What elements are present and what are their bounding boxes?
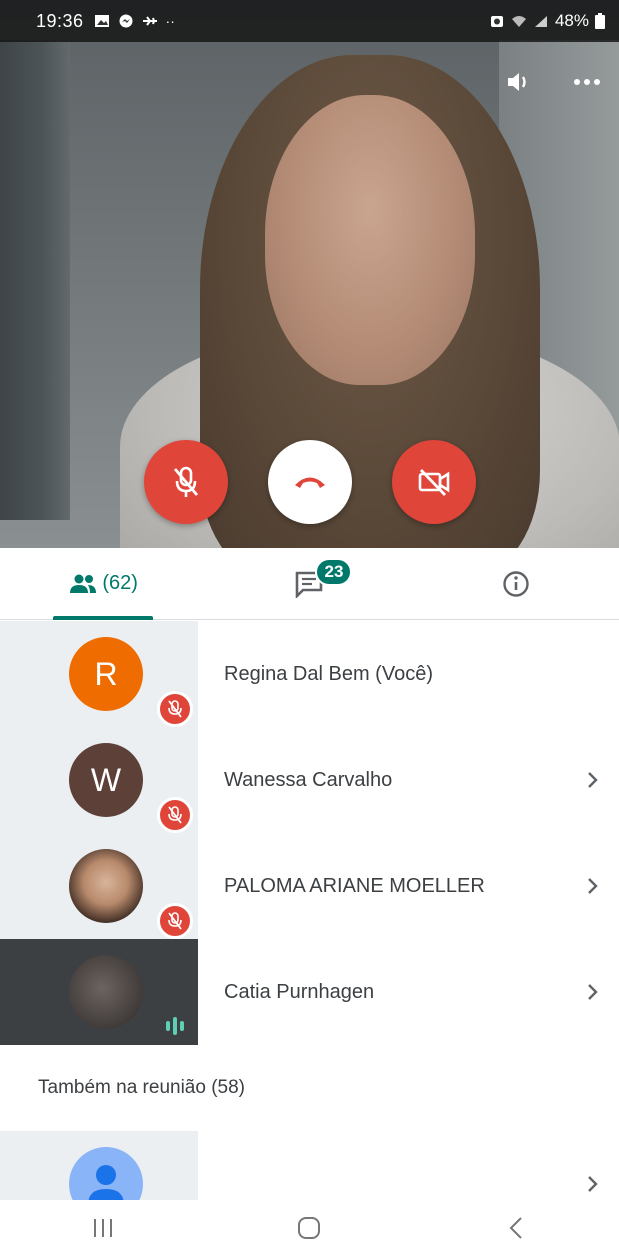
status-bar: 19:36 ·· 48% bbox=[0, 0, 619, 42]
avatar-initial: W bbox=[90, 761, 122, 798]
back-icon bbox=[509, 1216, 522, 1239]
status-right-icons: 48% bbox=[489, 11, 605, 31]
mic-off-icon bbox=[173, 466, 198, 497]
dots-icon: ·· bbox=[165, 13, 175, 29]
avatar-photo bbox=[69, 849, 143, 923]
muted-icon bbox=[157, 797, 193, 833]
avatar: R bbox=[69, 637, 143, 711]
recent-apps-icon bbox=[94, 1218, 113, 1237]
chevron-right-icon[interactable] bbox=[581, 877, 605, 895]
more-options-icon[interactable] bbox=[573, 68, 601, 96]
home-button[interactable] bbox=[279, 1208, 339, 1248]
wifi-icon bbox=[511, 16, 526, 27]
participant-row[interactable]: PALOMA ARIANE MOELLER bbox=[0, 833, 619, 939]
battery-percent: 48% bbox=[554, 11, 589, 30]
tab-chat[interactable]: 23 bbox=[206, 548, 412, 619]
tab-info[interactable] bbox=[413, 548, 619, 619]
chevron-right-icon[interactable] bbox=[581, 771, 605, 789]
alarm-icon bbox=[490, 16, 503, 27]
muted-icon bbox=[157, 903, 193, 939]
battery-icon bbox=[595, 13, 605, 29]
participant-name: Regina Dal Bem (Você) bbox=[224, 662, 433, 685]
status-left-icons: ·· bbox=[94, 13, 175, 29]
speaking-indicator-icon bbox=[160, 1013, 190, 1039]
chevron-right-icon[interactable] bbox=[581, 983, 605, 1001]
participant-tile: W bbox=[0, 727, 198, 833]
also-in-meeting-heading: Também na reunião (58) bbox=[38, 1077, 245, 1098]
messenger-icon bbox=[119, 14, 133, 28]
participant-row[interactable]: Catia Purnhagen bbox=[0, 939, 619, 1045]
camera-toggle-button[interactable] bbox=[391, 440, 476, 524]
participant-name: Catia Purnhagen bbox=[224, 980, 375, 1003]
tab-people[interactable]: (62) bbox=[0, 548, 206, 619]
gallery-icon bbox=[94, 15, 109, 27]
participant-row[interactable]: W Wanessa Carvalho bbox=[0, 727, 619, 833]
call-controls bbox=[0, 440, 619, 524]
avatar-initial: R bbox=[94, 655, 118, 692]
avatar-photo bbox=[69, 955, 143, 1029]
participant-tile bbox=[0, 939, 198, 1045]
recent-apps-button[interactable] bbox=[73, 1208, 133, 1248]
signal-icon bbox=[534, 16, 547, 27]
mic-toggle-button[interactable] bbox=[143, 440, 228, 524]
avatar: W bbox=[69, 743, 143, 817]
hangup-button[interactable] bbox=[267, 440, 352, 524]
plane-icon bbox=[142, 16, 157, 26]
people-count: (62) bbox=[102, 572, 138, 594]
meeting-tabs: (62) 23 bbox=[0, 548, 619, 620]
chevron-right-icon[interactable] bbox=[581, 1175, 605, 1193]
speaker-icon[interactable] bbox=[505, 68, 533, 96]
participant-name: PALOMA ARIANE MOELLER bbox=[224, 874, 485, 897]
participant-tile: R bbox=[0, 621, 198, 727]
participant-list: R Regina Dal Bem (Você) W Wanessa Carval… bbox=[0, 621, 619, 1237]
video-person-face bbox=[265, 95, 475, 385]
status-time: 19:36 bbox=[36, 10, 84, 31]
video-top-actions bbox=[505, 68, 601, 96]
participant-tile bbox=[0, 833, 198, 939]
info-icon bbox=[503, 570, 529, 597]
muted-icon bbox=[157, 691, 193, 727]
back-button[interactable] bbox=[486, 1208, 546, 1248]
home-icon bbox=[298, 1216, 321, 1239]
chat-unread-badge: 23 bbox=[315, 558, 353, 586]
main-video[interactable]: 19:36 ·· 48% bbox=[0, 0, 619, 548]
participant-name: Wanessa Carvalho bbox=[224, 768, 393, 791]
participant-row[interactable]: R Regina Dal Bem (Você) bbox=[0, 621, 619, 727]
hangup-icon bbox=[294, 477, 325, 488]
people-icon bbox=[70, 574, 97, 593]
camera-off-icon bbox=[418, 469, 449, 496]
system-nav-bar bbox=[0, 1200, 619, 1255]
